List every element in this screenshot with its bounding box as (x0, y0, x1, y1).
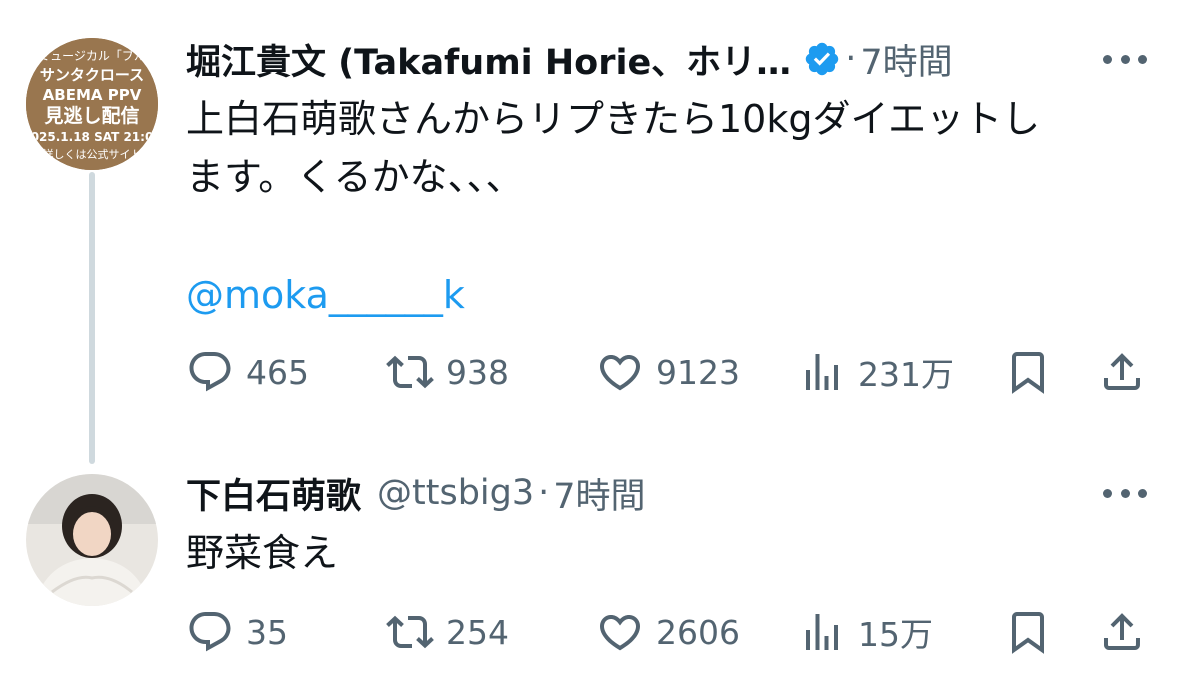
thread-connector-line (89, 172, 95, 464)
display-name[interactable]: 下白石萌歌 (186, 468, 361, 519)
tweet-text: 野菜食え (186, 531, 339, 575)
separator-dot: · (845, 39, 857, 79)
tweet-header: 下白石萌歌 @ttsbig3 · 7時間 (186, 468, 646, 519)
reply-bubble-icon (189, 612, 231, 652)
action-bar: 465 938 9123 231万 (186, 348, 1146, 396)
avatar-line-2: サンタクロース (40, 66, 144, 84)
avatar-image: ミュージカル「ブル サンタクロース ABEMA PPV 見逃し配信 2025.1… (26, 38, 158, 170)
verified-badge-icon (805, 42, 839, 76)
action-bar: 35 254 2606 15万 (186, 608, 1146, 656)
retweet-icon (386, 355, 434, 389)
avatar-line-5: 2025.1.18 SAT 21:00 (26, 130, 158, 144)
avatar[interactable]: ミュージカル「ブル サンタクロース ABEMA PPV 見逃し配信 2025.1… (26, 38, 158, 170)
avatar-image (26, 474, 158, 606)
share-upload-icon (1104, 353, 1140, 390)
avatar-line-1: ミュージカル「ブル (38, 48, 146, 63)
retweet-count: 254 (446, 612, 509, 652)
reply-button[interactable]: 35 (186, 608, 288, 656)
share-button[interactable] (1098, 608, 1146, 656)
like-button[interactable]: 2606 (596, 608, 740, 656)
views-button[interactable]: 231万 (798, 348, 954, 396)
avatar-line-3: ABEMA PPV (43, 86, 142, 104)
retweet-button[interactable]: 254 (386, 608, 509, 656)
views-count: 15万 (858, 615, 933, 654)
avatar[interactable] (26, 474, 158, 606)
share-button[interactable] (1098, 348, 1146, 396)
share-upload-icon (1104, 613, 1140, 650)
handle[interactable]: @ttsbig3 (377, 473, 534, 513)
views-button[interactable]: 15万 (798, 608, 933, 656)
tweet-1[interactable]: ミュージカル「ブル サンタクロース ABEMA PPV 見逃し配信 2025.1… (0, 0, 1179, 470)
like-button[interactable]: 9123 (596, 348, 740, 396)
separator-dot: · (538, 473, 550, 513)
bookmark-icon (1012, 352, 1044, 394)
mention-link[interactable]: @moka______k (186, 266, 465, 324)
retweet-count: 938 (446, 352, 509, 392)
reply-button[interactable]: 465 (186, 348, 309, 396)
retweet-icon (386, 615, 434, 649)
like-count: 2606 (656, 612, 740, 652)
tweet-header: 堀江貴文 (Takafumi Horie、ホリ… · 7時間 (186, 34, 953, 85)
bookmark-button[interactable] (1004, 608, 1052, 656)
reply-count: 465 (246, 352, 309, 392)
timestamp[interactable]: 7時間 (860, 34, 952, 85)
reply-count: 35 (246, 612, 288, 652)
display-name[interactable]: 堀江貴文 (Takafumi Horie、ホリ… (186, 34, 791, 85)
bookmark-button[interactable] (1004, 348, 1052, 396)
views-count: 231万 (858, 355, 954, 394)
tweet-text: 上白石萌歌さんからリプきたら10kgダイエットし ます。くるかな、、、 (186, 97, 1041, 199)
bar-chart-icon (806, 614, 838, 650)
avatar-line-6: 詳しくは公式サイト (43, 147, 142, 161)
like-count: 9123 (656, 352, 740, 392)
timestamp[interactable]: 7時間 (553, 468, 645, 519)
heart-icon (599, 615, 641, 651)
retweet-button[interactable]: 938 (386, 348, 509, 396)
reply-bubble-icon (189, 352, 231, 392)
bookmark-icon (1012, 612, 1044, 654)
heart-icon (599, 355, 641, 391)
more-dots-icon[interactable] (1103, 487, 1147, 499)
more-dots-icon[interactable] (1103, 53, 1147, 65)
bar-chart-icon (806, 354, 838, 390)
avatar-line-4: 見逃し配信 (44, 104, 139, 127)
tweet-2[interactable]: 下白石萌歌 @ttsbig3 · 7時間 野菜食え 35 254 2606 15… (0, 470, 1179, 678)
